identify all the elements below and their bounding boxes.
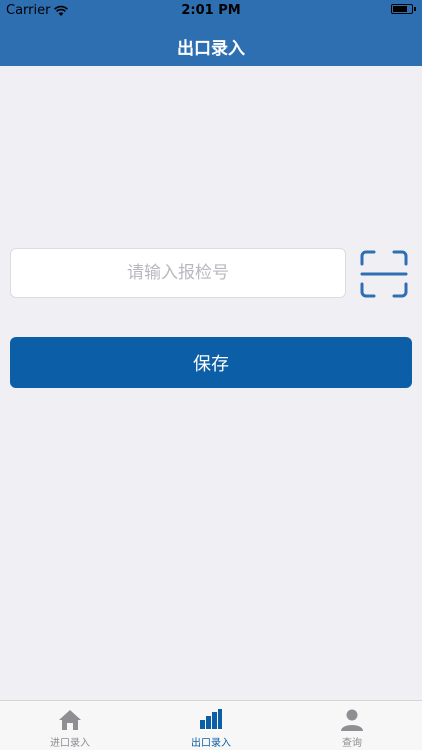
- save-button[interactable]: 保存: [10, 337, 412, 388]
- tab-bar: 进口录入 出口录入 查询: [0, 700, 422, 750]
- inspection-number-input[interactable]: [10, 248, 346, 298]
- status-time: 2:01 PM: [181, 3, 241, 18]
- scan-frame-icon[interactable]: [358, 248, 410, 300]
- nav-bar: 出口录入: [0, 22, 422, 66]
- person-icon: [341, 709, 363, 731]
- tab-query[interactable]: 查询: [282, 701, 422, 750]
- tab-export-entry[interactable]: 出口录入: [141, 701, 281, 750]
- page-title: 出口录入: [177, 39, 245, 59]
- tab-import-entry[interactable]: 进口录入: [0, 701, 140, 750]
- battery-icon: [391, 4, 413, 14]
- tab-label: 进口录入: [50, 738, 90, 749]
- tab-label: 查询: [342, 738, 362, 749]
- status-bar: Carrier 2:01 PM: [0, 0, 422, 22]
- battery-indicator: [391, 4, 416, 14]
- bar-chart-icon: [200, 709, 222, 731]
- home-icon: [59, 710, 81, 730]
- tab-label: 出口录入: [191, 738, 231, 749]
